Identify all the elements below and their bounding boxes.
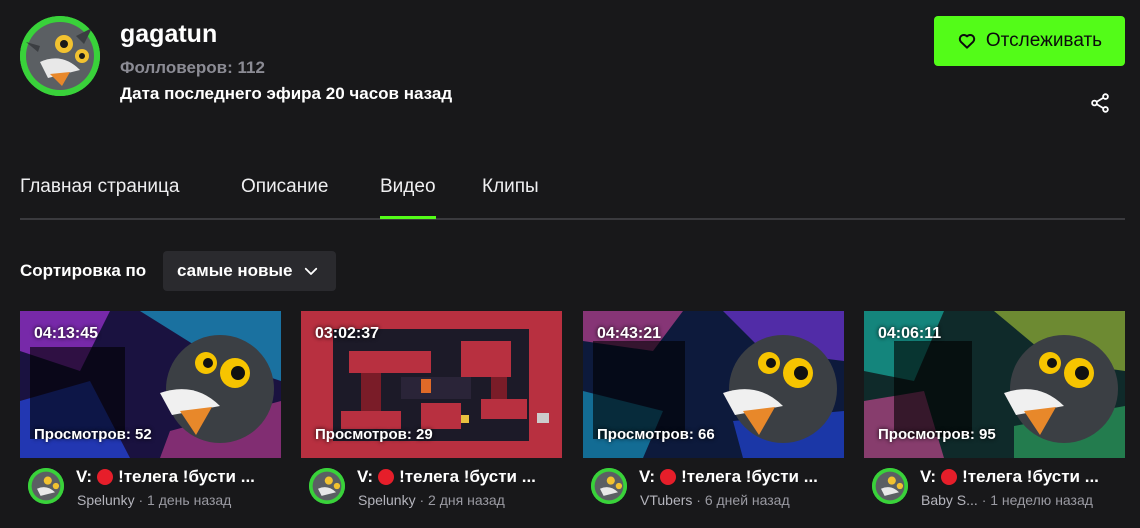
red-circle-icon xyxy=(660,469,677,485)
video-title-text: !телега !бусти ... xyxy=(962,467,1099,486)
video-age: · 2 дня назад xyxy=(419,492,505,508)
sort-selected-value: самые новые xyxy=(177,261,293,280)
followers-count: Фолловеров: 112 xyxy=(120,58,265,77)
tab-about[interactable]: Описание xyxy=(241,176,328,198)
video-duration: 04:06:11 xyxy=(878,325,942,342)
video-views: Просмотров: 29 xyxy=(315,426,433,443)
video-age: · 6 дней назад xyxy=(696,492,790,508)
video-duration: 03:02:37 xyxy=(315,325,380,342)
video-category[interactable]: VTubers xyxy=(640,492,692,508)
video-thumbnail[interactable]: 04:43:21 Просмотров: 66 xyxy=(583,311,844,458)
video-title-text: !телега !бусти ... xyxy=(399,467,536,486)
video-title-prefix: V: xyxy=(357,467,374,486)
video-views: Просмотров: 95 xyxy=(878,426,996,443)
follow-button[interactable]: Отслеживать xyxy=(934,16,1125,66)
red-circle-icon xyxy=(97,469,114,485)
sort-label: Сортировка по xyxy=(20,261,147,280)
video-category[interactable]: Spelunky xyxy=(77,492,135,508)
channel-name: gagatun xyxy=(120,20,218,48)
video-subtitle: Spelunky · 1 день назад xyxy=(77,492,231,508)
video-channel-avatar[interactable] xyxy=(28,468,64,504)
video-title[interactable]: V: !телега !бусти ... xyxy=(639,466,839,488)
video-thumbnail[interactable]: 03:02:37 Просмотров: 29 xyxy=(301,311,562,458)
video-views: Просмотров: 52 xyxy=(34,426,152,443)
follow-button-label: Отслеживать xyxy=(985,30,1103,51)
heart-icon xyxy=(958,33,976,49)
video-title-text: !телега !бусти ... xyxy=(118,467,255,486)
tab-home[interactable]: Главная страница xyxy=(20,176,180,198)
video-channel-avatar[interactable] xyxy=(309,468,345,504)
sort-dropdown[interactable]: самые новые xyxy=(163,251,336,291)
chevron-down-icon xyxy=(305,267,318,275)
video-card: 04:43:21 Просмотров: 66 V: !телега !буст… xyxy=(583,311,844,518)
video-title[interactable]: V: !телега !бусти ... xyxy=(920,466,1120,488)
video-age: · 1 неделю назад xyxy=(981,492,1093,508)
red-circle-icon xyxy=(941,469,958,485)
video-title[interactable]: V: !телега !бусти ... xyxy=(357,466,557,488)
channel-tabs: Главная страница Описание Видео Клипы xyxy=(20,176,1125,220)
video-title-prefix: V: xyxy=(639,467,656,486)
channel-avatar[interactable] xyxy=(20,16,100,96)
last-stream-info: Дата последнего эфира 20 часов назад xyxy=(120,84,453,103)
tab-videos[interactable]: Видео xyxy=(380,176,436,219)
video-title[interactable]: V: !телега !бусти ... xyxy=(76,466,276,488)
video-title-text: !телега !бусти ... xyxy=(681,467,818,486)
video-thumbnail[interactable]: 04:06:11 Просмотров: 95 xyxy=(864,311,1125,458)
video-channel-avatar[interactable] xyxy=(872,468,908,504)
red-circle-icon xyxy=(378,469,395,485)
video-title-prefix: V: xyxy=(76,467,93,486)
video-channel-avatar[interactable] xyxy=(591,468,627,504)
channel-page: gagatun Фолловеров: 112 Дата последнего … xyxy=(0,0,1140,528)
share-icon xyxy=(1091,93,1109,113)
video-card: 04:06:11 Просмотров: 95 V: !телега !буст… xyxy=(864,311,1125,518)
video-category[interactable]: Baby S... xyxy=(921,492,978,508)
video-subtitle: Baby S... · 1 неделю назад xyxy=(921,492,1093,508)
video-views: Просмотров: 66 xyxy=(597,426,715,443)
video-thumbnail[interactable]: 04:13:45 Просмотров: 52 xyxy=(20,311,281,458)
video-category[interactable]: Spelunky xyxy=(358,492,416,508)
video-duration: 04:13:45 xyxy=(34,325,99,342)
video-card: 04:13:45 Просмотров: 52 V: !телега !буст… xyxy=(20,311,281,518)
video-age: · 1 день назад xyxy=(138,492,232,508)
video-title-prefix: V: xyxy=(920,467,937,486)
share-button[interactable] xyxy=(1089,92,1111,114)
video-duration: 04:43:21 xyxy=(597,325,662,342)
tab-clips[interactable]: Клипы xyxy=(482,176,539,198)
video-subtitle: VTubers · 6 дней назад xyxy=(640,492,790,508)
video-card: 03:02:37 Просмотров: 29 V: !телега !буст… xyxy=(301,311,562,518)
video-subtitle: Spelunky · 2 дня назад xyxy=(358,492,505,508)
